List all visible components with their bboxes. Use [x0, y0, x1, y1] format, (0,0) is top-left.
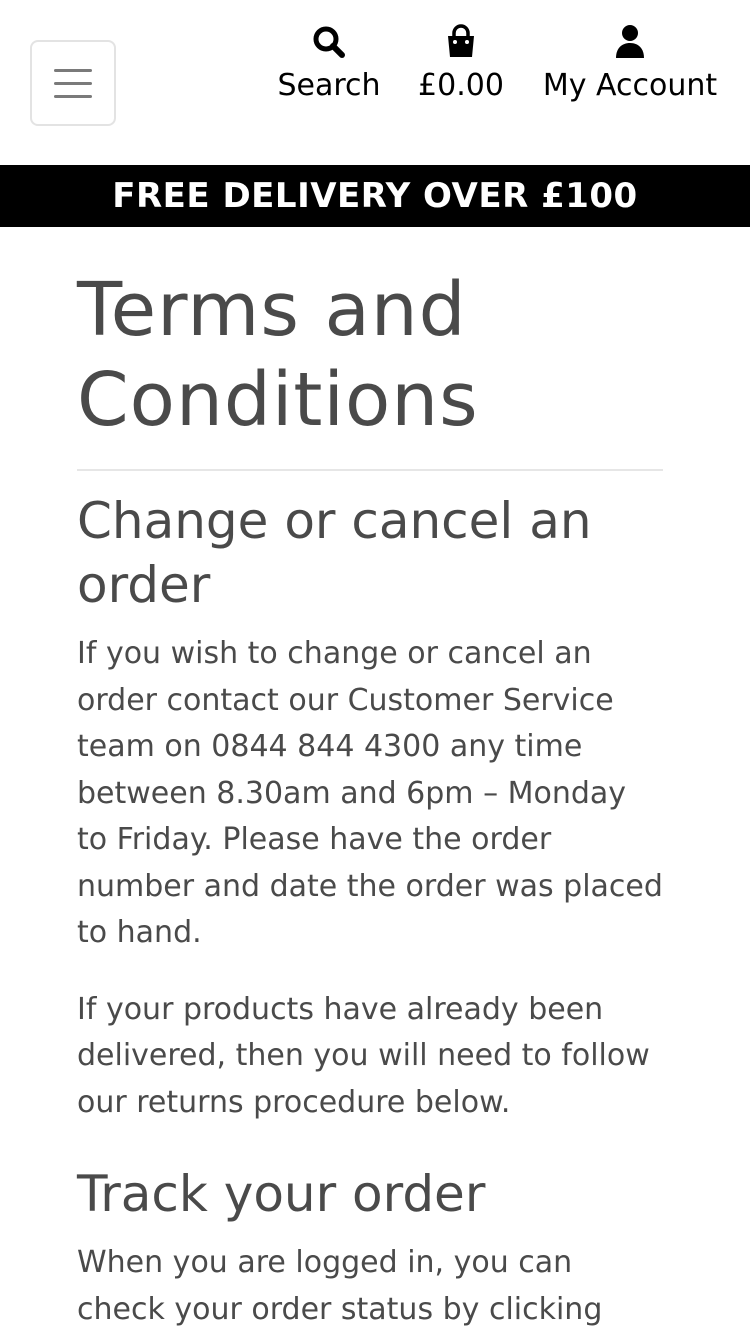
search-icon — [313, 26, 345, 58]
shopping-bag-icon — [448, 24, 474, 57]
user-icon — [616, 25, 644, 58]
paragraph-change-cancel: If you wish to change or cancel an order… — [77, 636, 663, 950]
menu-toggle-button[interactable] — [30, 40, 116, 126]
delivery-banner: FREE DELIVERY OVER £100 — [0, 165, 750, 227]
site-header: Search £0.00 My Account — [0, 0, 750, 165]
delivery-banner-text: FREE DELIVERY OVER £100 — [112, 176, 638, 216]
cart-total: £0.00 — [418, 68, 504, 103]
section-heading-track-order: Track your order — [77, 1165, 486, 1223]
search-link[interactable]: Search — [270, 22, 388, 108]
section-heading-change-cancel: Change or cancel an order — [77, 492, 592, 614]
hamburger-icon-bar — [54, 94, 92, 98]
divider — [77, 469, 663, 471]
cart-link[interactable]: £0.00 — [410, 22, 512, 108]
search-label: Search — [277, 68, 381, 103]
hamburger-icon — [54, 68, 92, 72]
paragraph-returns-note: If your products have already been deliv… — [77, 991, 650, 1120]
my-account-label: My Account — [542, 68, 718, 103]
paragraph-track-order: When you are logged in, you can check yo… — [77, 1245, 603, 1327]
page-title: Terms and Conditions — [77, 267, 479, 443]
my-account-link[interactable]: My Account — [536, 22, 724, 108]
hamburger-icon-bar — [54, 81, 92, 85]
main-content: Terms and Conditions Change or cancel an… — [0, 227, 750, 1333]
